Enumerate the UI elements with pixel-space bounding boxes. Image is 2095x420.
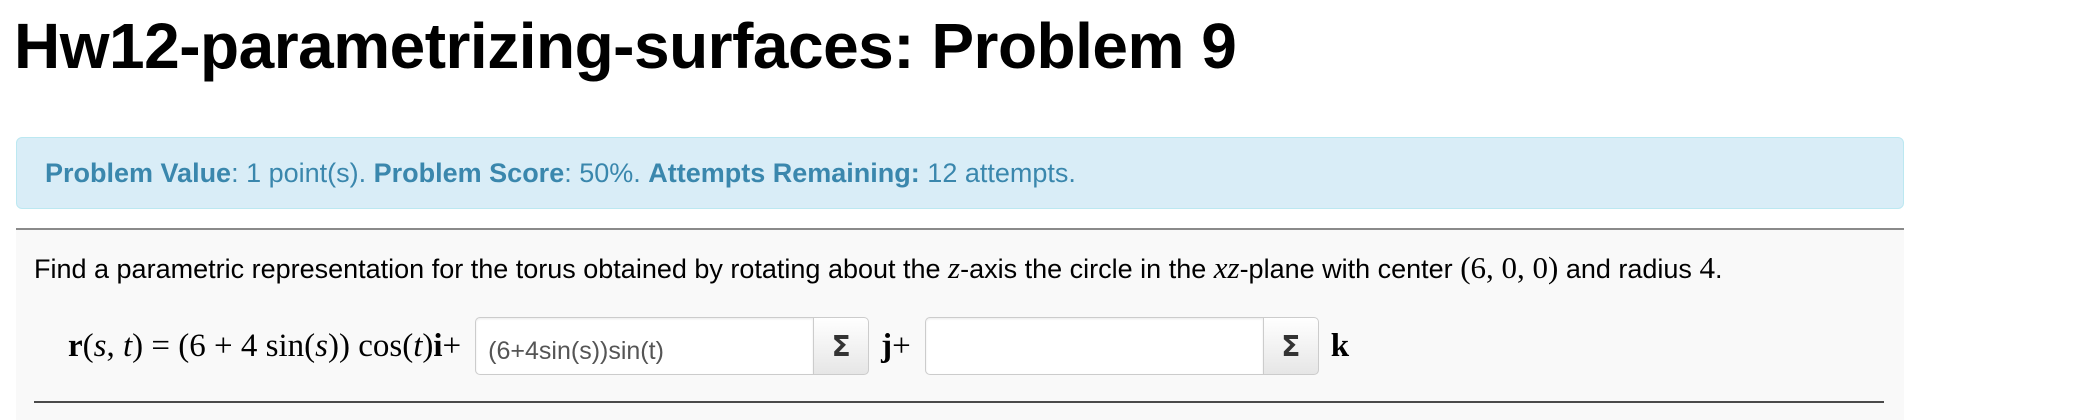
problem-text-part: . [1714, 254, 1723, 284]
r-vector-symbol: r [68, 327, 83, 364]
problem-text-part: -plane with center [1239, 254, 1461, 284]
divider [34, 401, 1884, 403]
formula-var-t: t [123, 327, 133, 364]
j-component-input[interactable] [475, 317, 814, 375]
formula-part: = (6 + 4 sin( [143, 327, 316, 364]
sigma-icon: Σ [831, 329, 851, 363]
parametric-formula: r(s, t) = (6 + 4 sin(s)) cos(t)i+ [68, 328, 461, 365]
problem-info-banner: Problem Value: 1 point(s). Problem Score… [16, 137, 1904, 209]
k-unit-vector: k [1330, 327, 1350, 364]
circle-radius: 4 [1699, 250, 1715, 285]
attempts-remaining-text: 12 attempts. [919, 158, 1076, 188]
k-answer-group: Σ [924, 317, 1319, 375]
plus-sign: + [442, 327, 462, 364]
problem-statement: Find a parametric representation for the… [34, 248, 1722, 289]
problem-text-part: -axis the circle in the [960, 254, 1214, 284]
i-unit-vector: i [433, 327, 443, 364]
problem-score-label: Problem Score [373, 158, 565, 188]
formula-var-t: t [413, 327, 423, 364]
problem-text-part: and radius [1558, 254, 1700, 284]
problem-body: Find a parametric representation for the… [16, 228, 1904, 420]
formula-part: , [106, 327, 123, 364]
problem-score-text: : 50%. [564, 158, 649, 188]
formula-var-s: s [93, 327, 107, 364]
k-component-input[interactable] [924, 317, 1263, 375]
circle-center: (6, 0, 0) [1460, 250, 1559, 285]
page-title: Hw12-parametrizing-surfaces: Problem 9 [14, 10, 1237, 82]
attempts-remaining-label: Attempts Remaining: [648, 158, 920, 188]
problem-value-label: Problem Value [45, 158, 232, 188]
j-answer-group: Σ [475, 317, 870, 375]
formula-part: ( [82, 327, 94, 364]
sigma-icon: Σ [1281, 329, 1301, 363]
formula-var-s: s [315, 327, 328, 364]
j-unit-vector: j [881, 327, 893, 364]
answer-row: r(s, t) = (6 + 4 sin(s)) cos(t)i+ Σ j+ Σ… [68, 316, 1349, 376]
formula-part: )) cos( [327, 327, 414, 364]
formula-part: ) [132, 327, 144, 364]
axis-variable: z [948, 250, 961, 285]
formula-part: ) [422, 327, 434, 364]
problem-value-text: : 1 point(s). [231, 158, 374, 188]
problem-text-part: Find a parametric representation for the… [34, 254, 949, 284]
plus-sign: + [892, 327, 911, 364]
k-equation-editor-button[interactable]: Σ [1262, 317, 1319, 375]
j-equation-editor-button[interactable]: Σ [813, 317, 870, 375]
plane-variable: xz [1213, 250, 1240, 285]
